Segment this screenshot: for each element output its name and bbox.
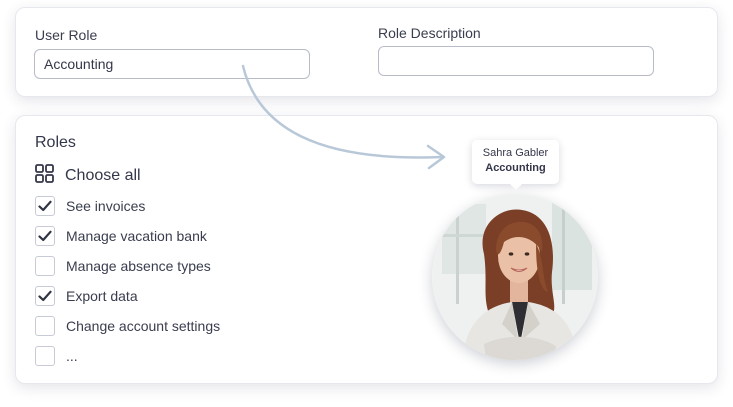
arrow-connector: [241, 64, 446, 170]
user-name: Sahra Gabler: [482, 147, 549, 159]
user-role-tag: Accounting: [485, 162, 546, 174]
user-tooltip: Sahra Gabler Accounting: [472, 140, 559, 190]
arrow-curve: [241, 64, 444, 159]
avatar: [432, 194, 598, 360]
